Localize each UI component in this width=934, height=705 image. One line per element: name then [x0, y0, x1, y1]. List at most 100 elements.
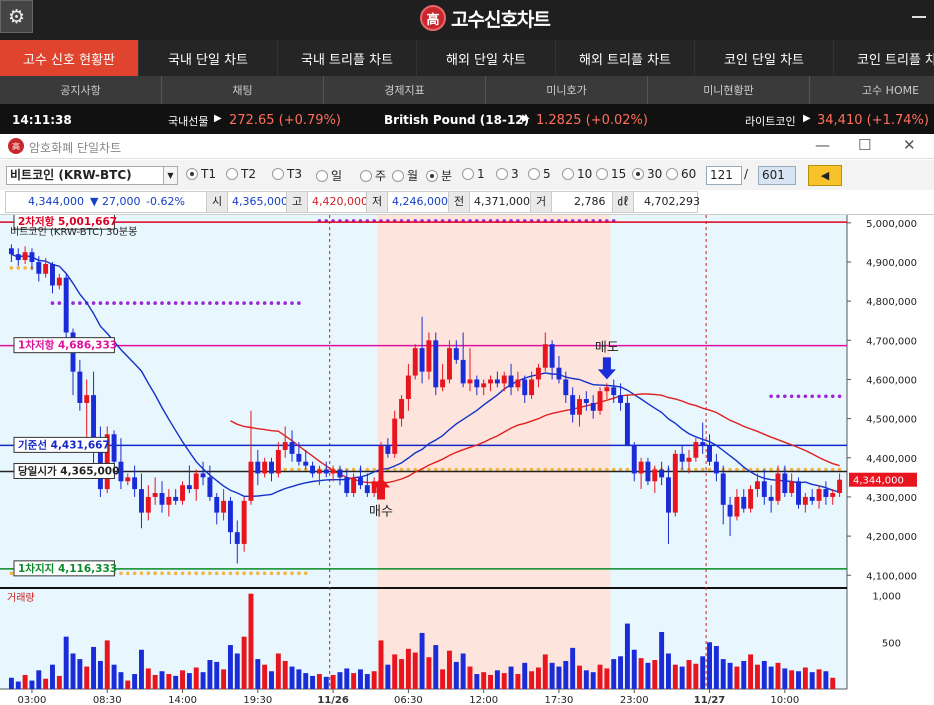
radio-7[interactable]: 분 [426, 167, 452, 184]
candle-body [234, 532, 240, 544]
dot-marker [167, 571, 171, 576]
radio-4[interactable]: 일 [316, 167, 342, 184]
volume-bar [645, 662, 651, 689]
radio-2[interactable]: T2 [226, 167, 256, 181]
candle-body [754, 481, 760, 490]
volume-bar [262, 664, 268, 689]
volume-bar [63, 636, 69, 689]
chart-controls: 비트코인 (KRW-BTC) ▼ T1 T2 T3 일 주 월 분 1 3 5 10 15 30 60 1… [0, 160, 934, 190]
candle-body [522, 379, 528, 396]
candle-body [364, 485, 370, 494]
tab-overseas-single[interactable]: 해외 단일 차트 [417, 40, 556, 76]
low-label: 저 [366, 192, 388, 212]
dot-marker [817, 394, 821, 399]
radio-9[interactable]: 3 [496, 167, 519, 181]
x-tick-label: 08:30 [93, 695, 122, 705]
volume-bar [741, 660, 747, 689]
candle-body [761, 481, 767, 497]
prev-page-button[interactable]: ◀ [808, 165, 842, 186]
price-chart[interactable]: 5,000,000 4,900,000 4,800,000 4,700,000 4,60… [0, 215, 934, 705]
ticker-value-gbp: 1.2825 (+0.02%) [536, 113, 648, 128]
tab-overseas-triple[interactable]: 해외 트리플 차트 [556, 40, 695, 76]
window-logo-icon: 高 [8, 138, 24, 154]
window-close-icon[interactable]: ✕ [903, 136, 916, 154]
dot-marker [297, 301, 301, 305]
volume-bar [351, 673, 357, 689]
coin-select[interactable]: 비트코인 (KRW-BTC) ▼ [6, 166, 178, 185]
volume-bar [241, 636, 247, 689]
tab-coin-single[interactable]: 코인 단일 차트 [695, 40, 834, 76]
chevron-down-icon[interactable]: ▼ [163, 167, 177, 184]
dot-marker [221, 301, 226, 305]
tab-signal-board[interactable]: 고수 신호 현황판 [0, 40, 139, 76]
radio-8[interactable]: 1 [462, 167, 485, 181]
main-tabs: 고수 신호 현황판 국내 단일 차트 국내 트리플 차트 해외 단일 차트 해외… [0, 40, 934, 76]
candle-body [337, 469, 343, 478]
subnav-notice[interactable]: 공지사항 [0, 76, 162, 104]
subnav-economic[interactable]: 경제지표 [324, 76, 486, 104]
dot-marker [256, 571, 260, 576]
ticker-arrow-futures: ▶ [214, 113, 222, 124]
dot-marker [269, 571, 274, 576]
volume-bar [337, 672, 343, 689]
radio-circle-icon[interactable] [596, 168, 608, 180]
ticker-arrow-ltc: ▶ [803, 113, 811, 124]
sub-nav: 공지사항 채팅 경제지표 미니호가 미니현황판 고수 HOME [0, 76, 934, 104]
volume-bar [802, 667, 808, 689]
radio-14[interactable]: 60 [666, 167, 696, 181]
volume-bar [488, 674, 493, 689]
radio-circle-icon[interactable] [226, 168, 238, 180]
radio-6[interactable]: 월 [392, 167, 418, 184]
dot-marker [228, 571, 233, 576]
radio-label: 분 [441, 169, 453, 183]
volume-bar [659, 631, 665, 689]
radio-circle-icon[interactable] [666, 168, 678, 180]
radio-13[interactable]: 30 [632, 167, 662, 181]
volume-bar [672, 664, 678, 689]
radio-10[interactable]: 5 [528, 167, 551, 181]
subnav-mini-board[interactable]: 미니현황판 [648, 76, 810, 104]
candle-body [405, 375, 411, 400]
radio-circle-icon[interactable] [392, 169, 404, 182]
radio-circle-icon[interactable] [528, 168, 540, 180]
chart-area[interactable]: 5,000,000 4,900,000 4,800,000 4,700,000 4,60… [0, 214, 934, 705]
radio-5[interactable]: 주 [360, 167, 386, 184]
radio-circle-icon[interactable] [562, 168, 574, 180]
level-label-text: 1차저항 4,686,333 [18, 339, 117, 352]
candle-body [125, 477, 131, 482]
gear-icon[interactable]: ⚙ [0, 0, 33, 33]
radio-circle-icon[interactable] [496, 168, 508, 180]
radio-circle-icon[interactable] [426, 169, 438, 182]
page-current-input[interactable]: 121 [706, 166, 742, 185]
tab-domestic-triple[interactable]: 국내 트리플 차트 [278, 40, 417, 76]
radio-circle-icon[interactable] [462, 168, 474, 180]
dot-marker [249, 301, 253, 305]
volume-bar [159, 671, 165, 689]
volume-label: 거 [530, 192, 552, 212]
candle-body [269, 461, 274, 474]
subnav-chat[interactable]: 채팅 [162, 76, 324, 104]
window-maximize-icon[interactable]: ☐ [858, 136, 871, 154]
candle-body [707, 446, 713, 462]
subnav-home[interactable]: 고수 HOME [810, 76, 934, 104]
radio-circle-icon[interactable] [186, 168, 198, 180]
radio-11[interactable]: 10 [562, 167, 592, 181]
dot-marker [235, 571, 240, 576]
volume-bar [405, 648, 411, 689]
radio-3[interactable]: T3 [272, 167, 302, 181]
subnav-mini-quote[interactable]: 미니호가 [486, 76, 648, 104]
candle-body [29, 252, 35, 262]
radio-circle-icon[interactable] [316, 169, 328, 182]
volume-bar [734, 666, 740, 689]
tab-domestic-single[interactable]: 국내 단일 차트 [139, 40, 278, 76]
radio-12[interactable]: 15 [596, 167, 626, 181]
radio-circle-icon[interactable] [272, 168, 284, 180]
radio-circle-icon[interactable] [632, 168, 644, 180]
window-minimize-icon[interactable]: — [815, 136, 830, 154]
radio-circle-icon[interactable] [360, 169, 372, 182]
dot-marker [180, 571, 185, 576]
tab-coin-triple[interactable]: 코인 트리플 차트 [834, 40, 934, 76]
minimize-icon[interactable] [912, 16, 926, 18]
radio-1[interactable]: T1 [186, 167, 216, 181]
y-tick-label: 4,800,000 [866, 297, 917, 308]
